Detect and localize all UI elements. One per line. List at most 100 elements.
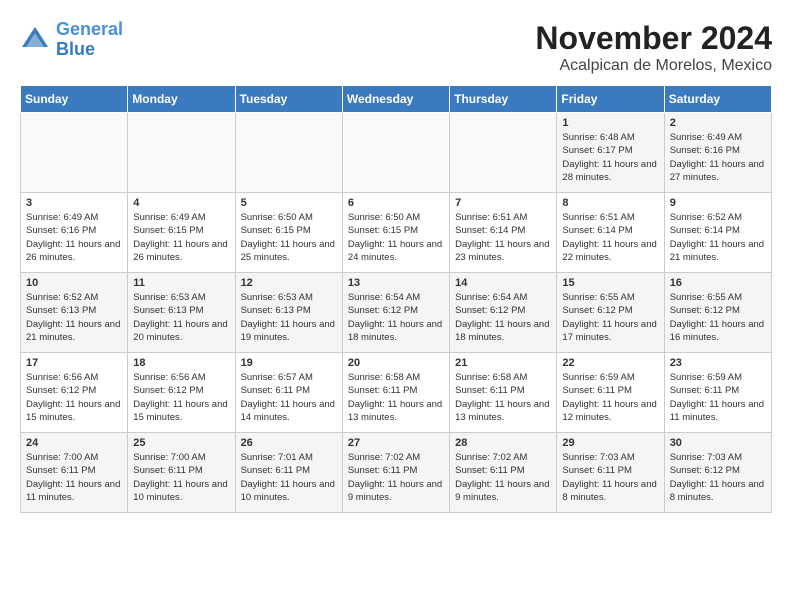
calendar-cell (21, 113, 128, 193)
calendar-cell: 29Sunrise: 7:03 AM Sunset: 6:11 PM Dayli… (557, 433, 664, 513)
day-number: 10 (26, 277, 122, 289)
day-info: Sunrise: 7:01 AM Sunset: 6:11 PM Dayligh… (241, 451, 337, 504)
calendar-cell: 27 Sunrise: 7:02 AM Sunset: 6:11 PM Dayli… (342, 433, 449, 513)
calendar-cell: 7 Sunrise: 6:51 AM Sunset: 6:14 PM Daylig… (450, 193, 557, 273)
day-number: 27 (348, 437, 444, 449)
header-wednesday: Wednesday (342, 86, 449, 113)
day-info: Sunrise: 6:58 AM Sunset: 6:11 PM Dayligh… (348, 371, 444, 424)
day-info: Sunrise: 6:49 AM Sunset: 6:15 PM Dayligh… (133, 211, 229, 264)
header-thursday: Thursday (450, 86, 557, 113)
calendar-week-row: 24Sunrise: 7:00 AM Sunset: 6:11 PM Dayli… (21, 433, 772, 513)
day-number: 20 (348, 357, 444, 369)
title-block: November 2024 Acalpican de Morelos, Mexi… (535, 20, 772, 75)
day-info: Sunrise: 6:49 AM Sunset: 6:16 PM Dayligh… (670, 131, 766, 184)
day-number: 3 (26, 197, 122, 209)
header-saturday: Saturday (664, 86, 771, 113)
logo-line1: General (56, 19, 123, 39)
day-info: Sunrise: 6:49 AM Sunset: 6:16 PM Dayligh… (26, 211, 122, 264)
calendar-week-row: 17 Sunrise: 6:56 AM Sunset: 6:12 PM Dayli… (21, 353, 772, 433)
day-info: Sunrise: 6:57 AM Sunset: 6:11 PM Dayligh… (241, 371, 337, 424)
day-number: 2 (670, 117, 766, 129)
day-number: 15 (562, 277, 658, 289)
day-number: 7 (455, 197, 551, 209)
calendar-cell: 2 Sunrise: 6:49 AM Sunset: 6:16 PM Daylig… (664, 113, 771, 193)
page-subtitle: Acalpican de Morelos, Mexico (535, 57, 772, 75)
header-sunday: Sunday (21, 86, 128, 113)
calendar-cell: 30 Sunrise: 7:03 AM Sunset: 6:12 PM Dayli… (664, 433, 771, 513)
header-friday: Friday (557, 86, 664, 113)
day-number: 22 (562, 357, 658, 369)
calendar-cell: 17Sunrise: 6:56 AM Sunset: 6:12 PM Dayli… (21, 353, 128, 433)
day-number: 11 (133, 277, 229, 289)
calendar-cell (235, 113, 342, 193)
day-info: Sunrise: 6:59 AM Sunset: 6:11 PM Dayligh… (562, 371, 658, 424)
day-info: Sunrise: 6:56 AM Sunset: 6:12 PM Dayligh… (133, 371, 229, 424)
day-info: Sunrise: 6:55 AM Sunset: 6:12 PM Dayligh… (562, 291, 658, 344)
calendar-cell: 22 Sunrise: 6:59 AM Sunset: 6:11 PM Dayli… (557, 353, 664, 433)
calendar-cell: 13Sunrise: 6:54 AM Sunset: 6:12 PM Dayli… (342, 273, 449, 353)
calendar-cell: 20 Sunrise: 6:58 AM Sunset: 6:11 PM Dayli… (342, 353, 449, 433)
calendar-cell: 16 Sunrise: 6:55 AM Sunset: 6:12 PM Dayli… (664, 273, 771, 353)
day-number: 4 (133, 197, 229, 209)
calendar-cell: 26 Sunrise: 7:01 AM Sunset: 6:11 PM Dayli… (235, 433, 342, 513)
calendar-week-row: 1Sunrise: 6:48 AM Sunset: 6:17 PM Daylig… (21, 113, 772, 193)
day-info: Sunrise: 6:52 AM Sunset: 6:13 PM Dayligh… (26, 291, 122, 344)
day-number: 23 (670, 357, 766, 369)
day-number: 12 (241, 277, 337, 289)
header-monday: Monday (128, 86, 235, 113)
day-info: Sunrise: 6:54 AM Sunset: 6:12 PM Dayligh… (455, 291, 551, 344)
calendar-cell: 24Sunrise: 7:00 AM Sunset: 6:11 PM Dayli… (21, 433, 128, 513)
calendar-table: SundayMondayTuesdayWednesdayThursdayFrid… (20, 85, 772, 513)
logo-text: General Blue (56, 20, 123, 60)
day-number: 8 (562, 197, 658, 209)
calendar-cell: 11Sunrise: 6:53 AM Sunset: 6:13 PM Dayli… (128, 273, 235, 353)
header-tuesday: Tuesday (235, 86, 342, 113)
day-info: Sunrise: 6:59 AM Sunset: 6:11 PM Dayligh… (670, 371, 766, 424)
day-info: Sunrise: 6:51 AM Sunset: 6:14 PM Dayligh… (562, 211, 658, 264)
calendar-cell: 1Sunrise: 6:48 AM Sunset: 6:17 PM Daylig… (557, 113, 664, 193)
day-info: Sunrise: 6:58 AM Sunset: 6:11 PM Dayligh… (455, 371, 551, 424)
calendar-cell (450, 113, 557, 193)
day-number: 26 (241, 437, 337, 449)
day-number: 21 (455, 357, 551, 369)
calendar-cell: 5 Sunrise: 6:50 AM Sunset: 6:15 PM Daylig… (235, 193, 342, 273)
calendar-header-row: SundayMondayTuesdayWednesdayThursdayFrid… (21, 86, 772, 113)
day-number: 6 (348, 197, 444, 209)
logo: General Blue (20, 20, 123, 60)
day-info: Sunrise: 7:00 AM Sunset: 6:11 PM Dayligh… (26, 451, 122, 504)
day-number: 30 (670, 437, 766, 449)
calendar-week-row: 3 Sunrise: 6:49 AM Sunset: 6:16 PM Daylig… (21, 193, 772, 273)
calendar-cell: 12Sunrise: 6:53 AM Sunset: 6:13 PM Dayli… (235, 273, 342, 353)
day-info: Sunrise: 7:03 AM Sunset: 6:11 PM Dayligh… (562, 451, 658, 504)
calendar-week-row: 10 Sunrise: 6:52 AM Sunset: 6:13 PM Dayli… (21, 273, 772, 353)
calendar-cell (128, 113, 235, 193)
day-info: Sunrise: 6:51 AM Sunset: 6:14 PM Dayligh… (455, 211, 551, 264)
day-info: Sunrise: 7:03 AM Sunset: 6:12 PM Dayligh… (670, 451, 766, 504)
day-number: 5 (241, 197, 337, 209)
day-number: 17 (26, 357, 122, 369)
page-title: November 2024 (535, 20, 772, 57)
calendar-cell: 6Sunrise: 6:50 AM Sunset: 6:15 PM Daylig… (342, 193, 449, 273)
day-number: 16 (670, 277, 766, 289)
day-number: 14 (455, 277, 551, 289)
day-info: Sunrise: 6:55 AM Sunset: 6:12 PM Dayligh… (670, 291, 766, 344)
calendar-cell: 9 Sunrise: 6:52 AM Sunset: 6:14 PM Daylig… (664, 193, 771, 273)
logo-icon (20, 25, 50, 55)
day-info: Sunrise: 6:48 AM Sunset: 6:17 PM Dayligh… (562, 131, 658, 184)
day-info: Sunrise: 7:02 AM Sunset: 6:11 PM Dayligh… (455, 451, 551, 504)
day-info: Sunrise: 7:02 AM Sunset: 6:11 PM Dayligh… (348, 451, 444, 504)
day-number: 9 (670, 197, 766, 209)
day-number: 28 (455, 437, 551, 449)
calendar-cell: 8 Sunrise: 6:51 AM Sunset: 6:14 PM Daylig… (557, 193, 664, 273)
calendar-cell: 3 Sunrise: 6:49 AM Sunset: 6:16 PM Daylig… (21, 193, 128, 273)
day-number: 25 (133, 437, 229, 449)
calendar-cell: 28 Sunrise: 7:02 AM Sunset: 6:11 PM Dayli… (450, 433, 557, 513)
page-header: General Blue November 2024 Acalpican de … (20, 20, 772, 75)
day-info: Sunrise: 6:52 AM Sunset: 6:14 PM Dayligh… (670, 211, 766, 264)
calendar-cell: 23 Sunrise: 6:59 AM Sunset: 6:11 PM Dayli… (664, 353, 771, 433)
day-number: 13 (348, 277, 444, 289)
day-info: Sunrise: 6:50 AM Sunset: 6:15 PM Dayligh… (241, 211, 337, 264)
calendar-cell: 4 Sunrise: 6:49 AM Sunset: 6:15 PM Daylig… (128, 193, 235, 273)
logo-line2: Blue (56, 39, 95, 59)
calendar-cell: 25Sunrise: 7:00 AM Sunset: 6:11 PM Dayli… (128, 433, 235, 513)
